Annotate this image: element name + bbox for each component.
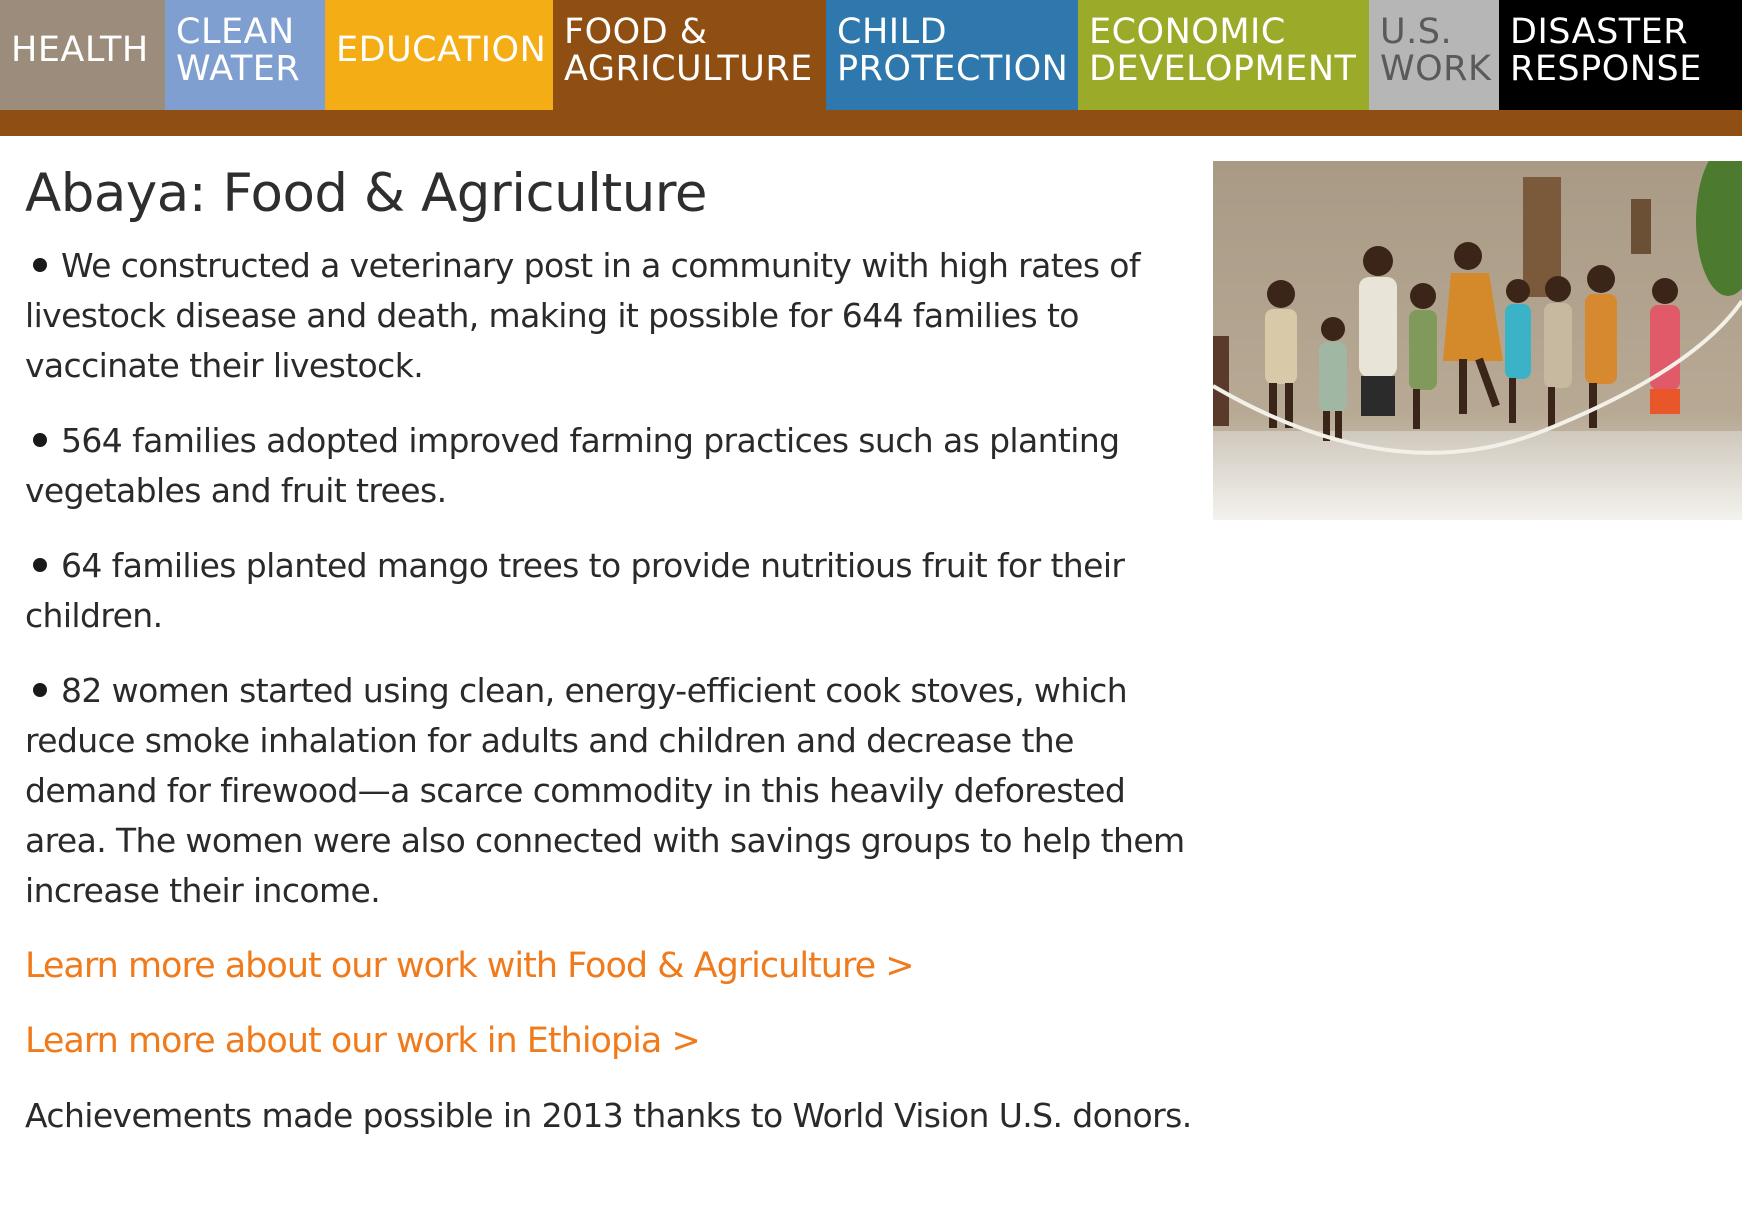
bullet-icon [33,682,47,697]
main-content: Abaya: Food & Agriculture We constructed… [25,136,1210,1141]
tab-label-line1: CLEAN [176,12,295,52]
tab-label-line1: ECONOMIC [1089,12,1286,52]
category-nav: HEALTH CLEAN WATER EDUCATION FOOD & AGRI… [0,0,1742,110]
tab-disaster-response[interactable]: DISASTER RESPONSE [1499,0,1742,110]
tab-label-line2: PROTECTION [837,49,1069,89]
list-item-text: 82 women started using clean, energy-eff… [25,671,1185,910]
donor-note: Achievements made possible in 2013 thank… [25,1096,1192,1135]
tab-label-line2: RESPONSE [1510,49,1702,89]
list-item-text: We constructed a veterinary post in a co… [25,246,1141,385]
list-item: We constructed a veterinary post in a co… [25,241,1210,391]
tab-label-line1: FOOD & [564,12,708,52]
ethiopia-link[interactable]: Learn more about our work in Ethiopia > [25,1016,1210,1066]
list-item-text: 564 families adopted improved farming pr… [25,421,1120,510]
bullet-icon [33,257,47,272]
tab-child-protection[interactable]: CHILD PROTECTION [826,0,1078,110]
tab-label-line2: AGRICULTURE [564,49,813,89]
active-category-bar [0,110,1742,136]
tab-label-line1: HEALTH [11,30,149,70]
tab-label-line1: DISASTER [1510,12,1689,52]
tab-clean-water[interactable]: CLEAN WATER [165,0,325,110]
tab-health[interactable]: HEALTH [0,0,165,110]
bullet-icon [33,432,47,447]
achievements-list: We constructed a veterinary post in a co… [25,241,1210,916]
list-item: 64 families planted mango trees to provi… [25,541,1210,641]
tab-label-line2: WATER [176,49,301,89]
page-title: Abaya: Food & Agriculture [25,163,708,224]
list-item-text: 64 families planted mango trees to provi… [25,546,1125,635]
bullet-icon [33,557,47,572]
tab-label-line1: U.S. [1380,12,1453,52]
list-item: 564 families adopted improved farming pr… [25,416,1210,516]
tab-food-agriculture[interactable]: FOOD & AGRICULTURE [553,0,826,110]
children-jump-rope-photo [1213,161,1742,520]
tab-label-line1: CHILD [837,12,948,52]
tab-label-line2: WORK [1380,49,1492,89]
tab-education[interactable]: EDUCATION [325,0,553,110]
tab-us-work[interactable]: U.S. WORK [1369,0,1499,110]
tab-label-line1: EDUCATION [336,30,547,70]
list-item: 82 women started using clean, energy-eff… [25,666,1210,916]
tab-economic-development[interactable]: ECONOMIC DEVELOPMENT [1078,0,1369,110]
food-agriculture-link[interactable]: Learn more about our work with Food & Ag… [25,941,1210,991]
tab-label-line2: DEVELOPMENT [1089,49,1357,89]
